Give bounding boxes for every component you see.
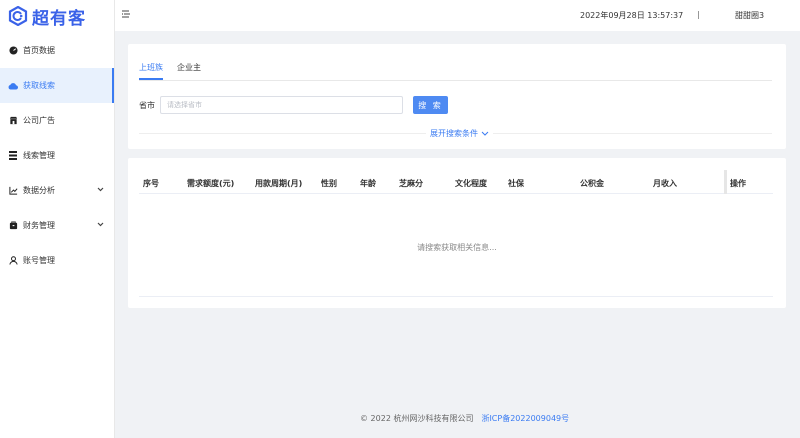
sidebar-item-label: 公司广告 [23, 116, 55, 125]
sidebar-item-label: 账号管理 [23, 256, 55, 265]
current-datetime: 2022年09月28日 13:57:37 [580, 11, 684, 20]
expand-search-conditions[interactable]: 展开搜索条件 [426, 128, 493, 139]
tabs-divider [139, 80, 772, 81]
sidebar-item-data-analysis[interactable]: 数据分析 [0, 173, 114, 208]
divider: | [697, 10, 700, 19]
column-header-index: 序号 [143, 179, 159, 188]
user-icon [8, 256, 18, 266]
footer: © 2022 杭州网沙科技有限公司 浙ICP备2022009049号 [360, 413, 569, 424]
tab-office-workers[interactable]: 上班族 [139, 62, 163, 80]
sidebar-item-label: 首页数据 [23, 46, 55, 55]
column-header-education: 文化程度 [455, 179, 487, 188]
table-bottom-border [139, 296, 773, 297]
cloud-icon [8, 81, 18, 91]
copyright: © 2022 杭州网沙科技有限公司 [360, 414, 474, 423]
sidebar-item-label: 财务管理 [23, 221, 55, 230]
hamburger-icon[interactable] [122, 10, 130, 19]
column-header-sesame-score: 芝麻分 [399, 179, 423, 188]
column-header-amount: 需求额度(元) [187, 179, 235, 188]
topbar: 2022年09月28日 13:57:37 | 甜甜圈3 [115, 0, 800, 31]
chevron-down-icon[interactable] [97, 185, 104, 194]
column-header-monthly-income: 月收入 [653, 179, 677, 188]
tab-business-owners[interactable]: 企业主 [177, 62, 201, 80]
sidebar-item-account[interactable]: 账号管理 [0, 243, 114, 278]
sidebar-menu: 首页数据 获取线索 公司广告 线索管理 数据分析 财务管理 账号管理 [0, 33, 114, 278]
store-icon [8, 116, 18, 126]
chevron-down-icon[interactable] [97, 220, 104, 229]
table-header: 序号 需求额度(元) 用款周期(月) 性别 年龄 芝麻分 文化程度 社保 公积金… [139, 170, 773, 194]
column-header-gender: 性别 [321, 179, 337, 188]
empty-state-text: 请搜索获取相关信息... [417, 243, 497, 252]
search-tabs: 上班族 企业主 [139, 62, 215, 80]
sidebar-item-finance[interactable]: 财务管理 [0, 208, 114, 243]
logo[interactable]: 超有客 [0, 0, 114, 32]
chart-icon [8, 186, 18, 196]
search-button[interactable]: 搜 索 [413, 96, 448, 114]
list-icon [8, 151, 18, 161]
chevron-down-icon [481, 131, 489, 136]
user-name[interactable]: 甜甜圈3 [735, 10, 764, 21]
sidebar: 超有客 首页数据 获取线索 公司广告 线索管理 数据分析 财务管理 账号管理 [0, 0, 115, 438]
province-label: 省市 [139, 101, 155, 110]
column-header-housing-fund: 公积金 [580, 179, 604, 188]
column-header-actions: 操作 [730, 179, 746, 188]
search-panel: 上班族 企业主 省市 搜 索 展开搜索条件 [128, 44, 786, 149]
sidebar-item-lead-management[interactable]: 线索管理 [0, 138, 114, 173]
sidebar-item-label: 数据分析 [23, 186, 55, 195]
sidebar-item-label: 线索管理 [23, 151, 55, 160]
province-select[interactable] [160, 96, 403, 114]
sidebar-item-label: 获取线索 [23, 81, 55, 90]
column-header-age: 年龄 [360, 179, 376, 188]
column-header-social-security: 社保 [508, 179, 524, 188]
sidebar-item-get-leads[interactable]: 获取线索 [0, 68, 114, 103]
icp-link[interactable]: 浙ICP备2022009049号 [481, 413, 569, 424]
sidebar-item-home-data[interactable]: 首页数据 [0, 33, 114, 68]
expand-label: 展开搜索条件 [430, 129, 478, 138]
brand-name: 超有客 [32, 8, 86, 29]
fixed-column-divider [724, 170, 727, 194]
logo-icon [8, 6, 28, 26]
results-panel: 序号 需求额度(元) 用款周期(月) 性别 年龄 芝麻分 文化程度 社保 公积金… [128, 158, 786, 308]
wallet-icon [8, 221, 18, 231]
dashboard-icon [8, 46, 18, 56]
column-header-period: 用款周期(月) [255, 179, 303, 188]
sidebar-item-company-ads[interactable]: 公司广告 [0, 103, 114, 138]
